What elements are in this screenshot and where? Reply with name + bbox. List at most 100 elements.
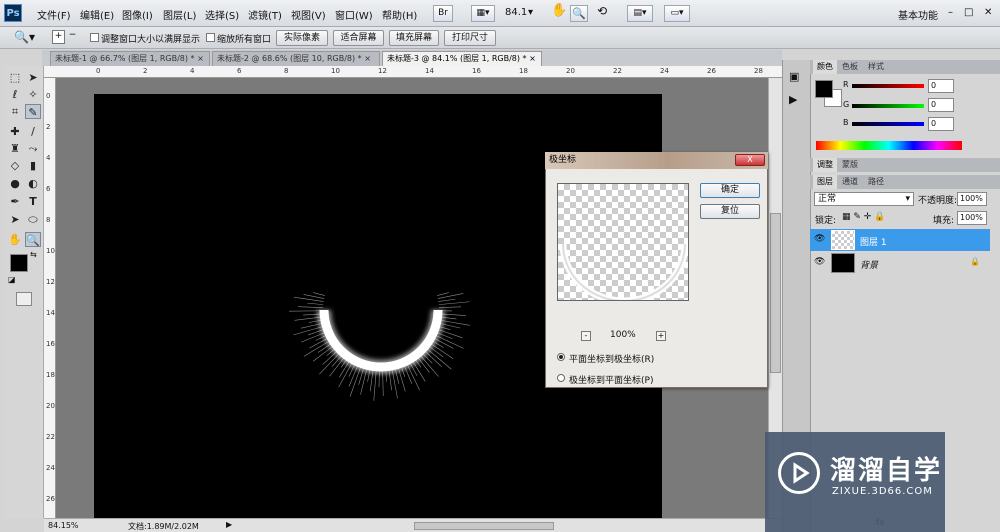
menu-help[interactable]: 帮助(H) [382,7,417,22]
hand-tool-icon[interactable]: ✋ [7,232,23,247]
layer-name[interactable]: 图层 1 [860,235,887,248]
blur-tool-icon[interactable]: ◐ [25,176,41,191]
menu-edit[interactable]: 编辑(E) [80,7,114,22]
blue-value[interactable]: 0 [928,117,954,131]
brush-tool-icon[interactable]: / [25,124,41,139]
history-brush-icon[interactable]: ⤳ [25,141,41,156]
opacity-input[interactable]: 100% [957,192,987,206]
tab-close-icon[interactable]: × [364,54,371,63]
close-button[interactable]: ✕ [984,7,992,18]
zoom-tool-icon[interactable]: 🔍 [25,232,41,247]
quick-mask-icon[interactable] [16,292,32,306]
layer-row-1[interactable]: 👁 图层 1 [810,229,990,251]
rotate-view-icon[interactable]: ⟲ [597,4,607,18]
menu-filter[interactable]: 滤镜(T) [248,7,282,22]
workspace-switcher[interactable]: 基本功能 [898,7,938,22]
tab-masks[interactable]: 蒙版 [838,158,862,172]
tab-paths[interactable]: 路径 [864,175,888,189]
ok-button[interactable]: 确定 [700,183,760,198]
status-zoom[interactable]: 84.15% [48,521,79,530]
tab-color[interactable]: 颜色 [813,60,837,74]
tab-styles[interactable]: 样式 [864,60,888,74]
tab-layers[interactable]: 图层 [813,175,837,189]
swap-colors-icon[interactable]: ⇆ [30,250,37,259]
menu-file[interactable]: 文件(F) [37,7,71,22]
stamp-tool-icon[interactable]: ♜ [7,141,23,156]
polar-to-rect-label[interactable]: 极坐标到平面坐标(P) [569,373,653,386]
foreground-color-swatch[interactable] [10,254,28,272]
tab-doc-1[interactable]: 未标题-1 @ 66.7% (图层 1, RGB/8) * × [50,51,210,66]
eye-icon[interactable]: 👁 [814,234,825,244]
zoom-out-button[interactable]: - [581,331,591,341]
zoom-out-icon[interactable]: − [66,30,79,44]
status-arrow-icon[interactable]: ▶ [226,520,232,529]
green-value[interactable]: 0 [928,98,954,112]
blend-mode-select[interactable]: 正常 ▾ [814,192,914,206]
lasso-tool-icon[interactable]: ℓ [7,87,23,102]
menu-window[interactable]: 窗口(W) [335,7,373,22]
fill-screen-button[interactable]: 填充屏幕 [389,30,439,46]
red-value[interactable]: 0 [928,79,954,93]
gradient-tool-icon[interactable]: ▮ [25,158,41,173]
zoom-level[interactable]: 84.1 [505,7,527,18]
minimize-button[interactable]: – [948,7,953,18]
zoom-tool-preset-icon[interactable]: 🔍▾ [14,30,35,44]
lock-icons[interactable]: ▦ ✎ ✛ 🔒 [842,212,885,222]
menu-layer[interactable]: 图层(L) [163,7,196,22]
zoom-dropdown-icon[interactable]: ▾ [528,7,533,18]
scroll-thumb[interactable] [770,213,781,373]
panel-foreground-swatch[interactable] [815,80,833,98]
dialog-close-icon[interactable]: X [735,154,765,166]
tab-adjustments[interactable]: 调整 [813,158,837,172]
green-slider[interactable] [852,104,924,108]
guides-button[interactable]: ▦▾ [471,5,495,22]
shape-tool-icon[interactable]: ⬭ [25,212,41,227]
menu-view[interactable]: 视图(V) [291,7,326,22]
actual-pixels-button[interactable]: 实际像素 [276,30,328,46]
tab-doc-3[interactable]: 未标题-3 @ 84.1% (图层 1, RGB/8) * × [382,51,542,66]
tab-doc-2[interactable]: 未标题-2 @ 68.6% (图层 10, RGB/8) * × [212,51,380,66]
color-spectrum-bar[interactable] [816,141,962,150]
resize-windows-checkbox[interactable] [90,33,99,42]
tab-close-icon[interactable]: × [529,54,536,63]
tab-close-icon[interactable]: × [197,54,204,63]
marquee-tool-icon[interactable]: ⬚ [7,70,23,85]
rect-to-polar-label[interactable]: 平面坐标到极坐标(R) [569,352,654,365]
bridge-button[interactable]: Br [433,5,453,22]
reset-button[interactable]: 复位 [700,204,760,219]
zoom-in-icon[interactable]: + [52,30,65,44]
maximize-button[interactable]: □ [964,7,973,18]
zoom-in-button[interactable]: + [656,331,666,341]
blue-slider[interactable] [852,122,924,126]
layer-name[interactable]: 背景 [860,258,878,271]
rect-to-polar-radio[interactable] [557,353,565,361]
menu-select[interactable]: 选择(S) [205,7,239,22]
horizontal-scrollbar[interactable] [414,522,554,530]
eye-icon[interactable]: 👁 [814,257,825,267]
crop-tool-icon[interactable]: ⌗ [7,104,23,119]
pen-tool-icon[interactable]: ✒ [7,194,23,209]
polar-to-rect-radio[interactable] [557,374,565,382]
type-tool-icon[interactable]: T [25,194,41,209]
healing-tool-icon[interactable]: ✚ [7,124,23,139]
tab-channels[interactable]: 通道 [838,175,862,189]
arrange-documents-button[interactable]: ▤▾ [627,5,653,22]
zoom-all-windows-checkbox[interactable] [206,33,215,42]
fill-input[interactable]: 100% [957,211,987,225]
screen-mode-button[interactable]: ▭▾ [664,5,690,22]
fit-screen-button[interactable]: 适合屏幕 [333,30,384,46]
layer-row-background[interactable]: 👁 背景 🔒 [810,252,990,274]
actions-panel-icon[interactable]: ▶ [789,93,797,106]
eraser-tool-icon[interactable]: ◇ [7,158,23,173]
tab-swatches[interactable]: 色板 [838,60,862,74]
menu-image[interactable]: 图像(I) [122,7,153,22]
zoom-tool-icon[interactable]: 🔍 [570,5,588,22]
hand-tool-icon[interactable]: ✋ [551,3,567,18]
move-tool-icon[interactable]: ➤ [25,70,41,85]
magic-wand-icon[interactable]: ✧ [25,87,41,102]
eyedropper-tool-icon[interactable]: ✎ [25,104,41,119]
default-colors-icon[interactable]: ◪ [8,275,16,284]
history-panel-icon[interactable]: ▣ [789,70,799,83]
dodge-tool-icon[interactable]: ● [7,176,23,191]
red-slider[interactable] [852,84,924,88]
